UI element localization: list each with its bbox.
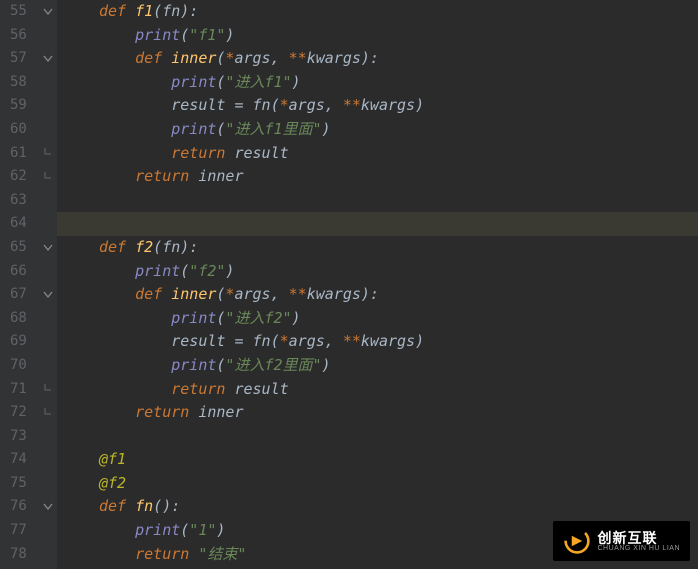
code-line[interactable] (63, 189, 698, 213)
fold-spacer (39, 71, 57, 95)
code-line[interactable] (63, 425, 698, 449)
code-line[interactable]: def f2(fn): (63, 236, 698, 260)
fold-spacer (39, 212, 57, 236)
line-number: 69 (10, 330, 27, 354)
fold-spacer (39, 24, 57, 48)
line-number: 66 (10, 260, 27, 284)
code-line[interactable]: result = fn(*args, **kwargs) (63, 330, 698, 354)
code-line[interactable]: print("进入f2") (63, 307, 698, 331)
line-number: 62 (10, 165, 27, 189)
line-number: 68 (10, 307, 27, 331)
fold-toggle-icon[interactable] (39, 236, 57, 260)
code-line[interactable]: def inner(*args, **kwargs): (63, 47, 698, 71)
fold-spacer (39, 118, 57, 142)
fold-spacer (39, 425, 57, 449)
line-number: 63 (10, 189, 27, 213)
line-number: 75 (10, 472, 27, 496)
fold-end-icon (39, 142, 57, 166)
code-line[interactable]: return inner (63, 401, 698, 425)
fold-end-icon (39, 378, 57, 402)
line-number: 65 (10, 236, 27, 260)
line-number: 77 (10, 519, 27, 543)
code-line[interactable]: return result (63, 142, 698, 166)
code-line[interactable]: @f2 (63, 472, 698, 496)
fold-column[interactable] (39, 0, 57, 569)
code-line[interactable] (63, 212, 698, 236)
code-area[interactable]: def f1(fn): print("f1") def inner(*args,… (57, 0, 698, 569)
fold-end-icon (39, 165, 57, 189)
code-line[interactable]: print("进入f1里面") (63, 118, 698, 142)
line-number: 64 (10, 212, 27, 236)
code-line[interactable]: print("进入f2里面") (63, 354, 698, 378)
code-line[interactable]: @f1 (63, 448, 698, 472)
logo-text-main: 创新互联 (597, 531, 680, 545)
line-number: 55 (10, 0, 27, 24)
line-number: 56 (10, 24, 27, 48)
line-number: 67 (10, 283, 27, 307)
line-number: 78 (10, 543, 27, 567)
logo-icon (563, 527, 591, 555)
fold-spacer (39, 330, 57, 354)
fold-toggle-icon[interactable] (39, 283, 57, 307)
logo-text-sub: CHUANG XIN HU LIAN (597, 545, 680, 552)
line-number: 59 (10, 94, 27, 118)
line-number: 72 (10, 401, 27, 425)
code-line[interactable]: def f1(fn): (63, 0, 698, 24)
fold-toggle-icon[interactable] (39, 495, 57, 519)
line-number: 73 (10, 425, 27, 449)
fold-toggle-icon[interactable] (39, 0, 57, 24)
line-number: 76 (10, 495, 27, 519)
fold-spacer (39, 448, 57, 472)
line-number: 61 (10, 142, 27, 166)
code-line[interactable]: print("进入f1") (63, 71, 698, 95)
code-line[interactable]: result = fn(*args, **kwargs) (63, 94, 698, 118)
line-number: 58 (10, 71, 27, 95)
code-line[interactable]: print("f2") (63, 260, 698, 284)
fold-spacer (39, 519, 57, 543)
code-line[interactable]: def fn(): (63, 495, 698, 519)
fold-spacer (39, 354, 57, 378)
code-line[interactable]: return inner (63, 165, 698, 189)
code-line[interactable]: print("f1") (63, 24, 698, 48)
fold-toggle-icon[interactable] (39, 47, 57, 71)
fold-end-icon (39, 401, 57, 425)
fold-spacer (39, 543, 57, 567)
code-editor[interactable]: 5556575859606162636465666768697071727374… (0, 0, 698, 569)
fold-spacer (39, 94, 57, 118)
code-line[interactable]: return result (63, 378, 698, 402)
line-number-gutter: 5556575859606162636465666768697071727374… (0, 0, 39, 569)
fold-spacer (39, 189, 57, 213)
line-number: 71 (10, 378, 27, 402)
fold-spacer (39, 260, 57, 284)
watermark-logo: 创新互联 CHUANG XIN HU LIAN (553, 521, 690, 561)
fold-spacer (39, 307, 57, 331)
fold-spacer (39, 472, 57, 496)
line-number: 74 (10, 448, 27, 472)
line-number: 60 (10, 118, 27, 142)
code-line[interactable]: def inner(*args, **kwargs): (63, 283, 698, 307)
line-number: 57 (10, 47, 27, 71)
line-number: 70 (10, 354, 27, 378)
